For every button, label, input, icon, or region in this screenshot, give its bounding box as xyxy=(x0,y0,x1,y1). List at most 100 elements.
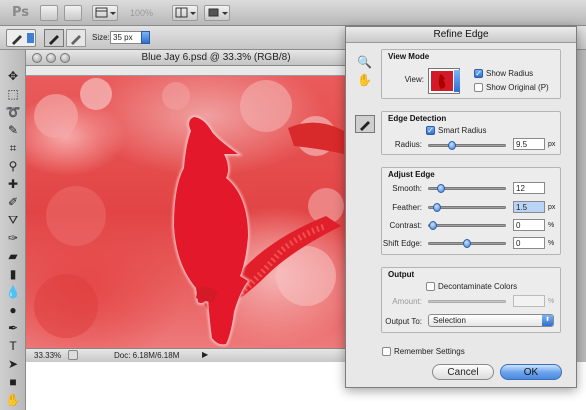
clone-stamp-tool-icon[interactable]: ⛛ xyxy=(5,212,21,228)
tool-preset-picker[interactable] xyxy=(6,29,36,47)
zoom-level-menu[interactable]: 100% xyxy=(130,8,153,18)
eyedropper-tool-icon[interactable]: ⚲ xyxy=(5,158,21,174)
view-dropdown-arrow[interactable] xyxy=(454,70,460,92)
pen-tool-icon[interactable]: ✒ xyxy=(5,320,21,336)
contrast-slider[interactable] xyxy=(428,221,506,230)
output-heading: Output xyxy=(388,270,415,279)
smooth-input[interactable]: 12 xyxy=(513,182,545,194)
zoom-level-field[interactable]: 33.33% xyxy=(34,351,61,360)
feather-slider[interactable] xyxy=(428,203,506,212)
horizontal-ruler xyxy=(26,66,346,76)
edge-detection-group: Edge Detection ✓ Smart Radius Radius: 9.… xyxy=(381,111,561,155)
document-size: Doc: 6.18M/6.18M xyxy=(114,351,180,360)
refine-radius-tool-button[interactable] xyxy=(44,29,64,47)
blue-jay-image xyxy=(34,78,344,346)
contrast-input[interactable]: 0 xyxy=(513,219,545,231)
adjust-edge-heading: Adjust Edge xyxy=(388,170,435,179)
path-selection-tool-icon[interactable]: ➤ xyxy=(5,356,21,372)
shift-edge-slider-thumb[interactable] xyxy=(463,239,471,248)
document-title: Blue Jay 6.psd @ 33.3% (RGB/8) xyxy=(141,52,291,63)
screen-mode-button[interactable] xyxy=(204,5,230,21)
minimize-window-button[interactable] xyxy=(46,53,56,63)
smart-radius-checkbox[interactable]: ✓ xyxy=(426,126,435,135)
feather-input[interactable]: 1.5 xyxy=(513,201,545,213)
view-mode-picker[interactable] xyxy=(428,68,460,94)
eraser-tool-icon[interactable]: ▰ xyxy=(5,248,21,264)
crop-tool-icon[interactable]: ⌗ xyxy=(5,140,21,156)
ok-button[interactable]: OK xyxy=(500,364,562,380)
cancel-button[interactable]: Cancel xyxy=(432,364,494,380)
feather-slider-thumb[interactable] xyxy=(433,203,441,212)
zoom-tool-icon[interactable]: 🔍 xyxy=(357,55,372,69)
document-canvas[interactable] xyxy=(26,76,346,350)
view-mode-group: View Mode View: ✓ Show Radius Show Origi… xyxy=(381,49,561,99)
refine-edge-dialog: Refine Edge 🔍 ✋ View Mode View: ✓ Show R… xyxy=(345,26,577,388)
show-radius-label: Show Radius xyxy=(486,69,534,78)
quick-selection-tool-icon[interactable]: ✎ xyxy=(5,122,21,138)
bridge-button[interactable] xyxy=(40,5,58,21)
feather-label: Feather: xyxy=(392,203,422,212)
brush-icon xyxy=(49,35,59,45)
view-extras-button[interactable] xyxy=(92,5,118,21)
arrange-documents-button[interactable] xyxy=(172,5,198,21)
shift-edge-input[interactable]: 0 xyxy=(513,237,545,249)
decontaminate-colors-label: Decontaminate Colors xyxy=(438,282,518,291)
radius-slider-thumb[interactable] xyxy=(448,141,456,150)
amount-slider xyxy=(428,300,506,303)
grid-icon xyxy=(95,7,116,18)
dialog-title: Refine Edge xyxy=(346,27,576,43)
output-to-dropdown-icon: ⬍ xyxy=(542,315,553,326)
amount-unit: % xyxy=(548,298,555,305)
healing-brush-tool-icon[interactable]: ✚ xyxy=(5,176,21,192)
document-window: Blue Jay 6.psd @ 33.3% (RGB/8) 33.33% Do… xyxy=(26,50,346,362)
size-dropdown-button[interactable] xyxy=(141,31,150,44)
screen-mode-icon xyxy=(208,8,228,17)
photoshop-logo: Ps xyxy=(12,5,30,20)
dodge-tool-icon[interactable]: ● xyxy=(5,302,21,318)
blur-tool-icon[interactable]: 💧 xyxy=(5,284,21,300)
output-to-value: Selection xyxy=(433,316,466,325)
mini-bridge-button[interactable] xyxy=(64,5,82,21)
arrange-icon xyxy=(175,7,196,18)
history-brush-tool-icon[interactable]: ✑ xyxy=(5,230,21,246)
tools-panel: ✥ ⬚ ➰ ✎ ⌗ ⚲ ✚ ✐ ⛛ ✑ ▰ ▮ 💧 ● ✒ T ➤ ■ ✋ xyxy=(0,50,26,410)
hand-tool-icon[interactable]: ✋ xyxy=(5,392,21,408)
move-tool-icon[interactable]: ✥ xyxy=(5,68,21,84)
smooth-slider[interactable] xyxy=(428,184,506,193)
marquee-tool-icon[interactable]: ⬚ xyxy=(5,86,21,102)
radius-input[interactable]: 9.5 xyxy=(513,138,545,150)
lasso-tool-icon[interactable]: ➰ xyxy=(5,104,21,120)
brush-tool-icon[interactable]: ✐ xyxy=(5,194,21,210)
radius-unit: px xyxy=(548,141,556,148)
brush-icon xyxy=(360,121,370,131)
remember-settings-checkbox[interactable] xyxy=(382,347,391,356)
smooth-slider-thumb[interactable] xyxy=(437,184,445,193)
contrast-unit: % xyxy=(548,222,555,229)
status-options-icon[interactable] xyxy=(68,350,78,360)
hand-tool-icon[interactable]: ✋ xyxy=(357,73,372,87)
erase-refinements-tool-button[interactable] xyxy=(66,29,86,47)
gradient-tool-icon[interactable]: ▮ xyxy=(5,266,21,282)
output-to-select[interactable]: Selection ⬍ xyxy=(428,314,554,327)
show-original-checkbox[interactable] xyxy=(474,83,483,92)
status-menu-arrow-icon[interactable]: ▶ xyxy=(202,350,208,359)
view-mode-heading: View Mode xyxy=(388,52,430,61)
shape-tool-icon[interactable]: ■ xyxy=(5,374,21,390)
decontaminate-colors-checkbox[interactable] xyxy=(426,282,435,291)
show-radius-checkbox[interactable]: ✓ xyxy=(474,69,483,78)
close-window-button[interactable] xyxy=(32,53,42,63)
refine-radius-tool-button[interactable] xyxy=(355,115,375,133)
radius-slider[interactable] xyxy=(428,141,506,150)
size-label: Size: xyxy=(92,33,110,42)
status-bar: 33.33% Doc: 6.18M/6.18M ▶ xyxy=(26,348,346,362)
shift-edge-slider[interactable] xyxy=(428,239,506,248)
type-tool-icon[interactable]: T xyxy=(5,338,21,354)
zoom-window-button[interactable] xyxy=(60,53,70,63)
bird-thumbnail-icon xyxy=(438,74,446,89)
show-original-label: Show Original (P) xyxy=(486,83,549,92)
eraser-brush-icon xyxy=(71,35,81,45)
amount-label: Amount: xyxy=(392,297,422,306)
remember-settings-label: Remember Settings xyxy=(394,347,465,356)
contrast-slider-thumb[interactable] xyxy=(429,221,437,230)
application-bar: Ps 100% xyxy=(0,0,586,26)
